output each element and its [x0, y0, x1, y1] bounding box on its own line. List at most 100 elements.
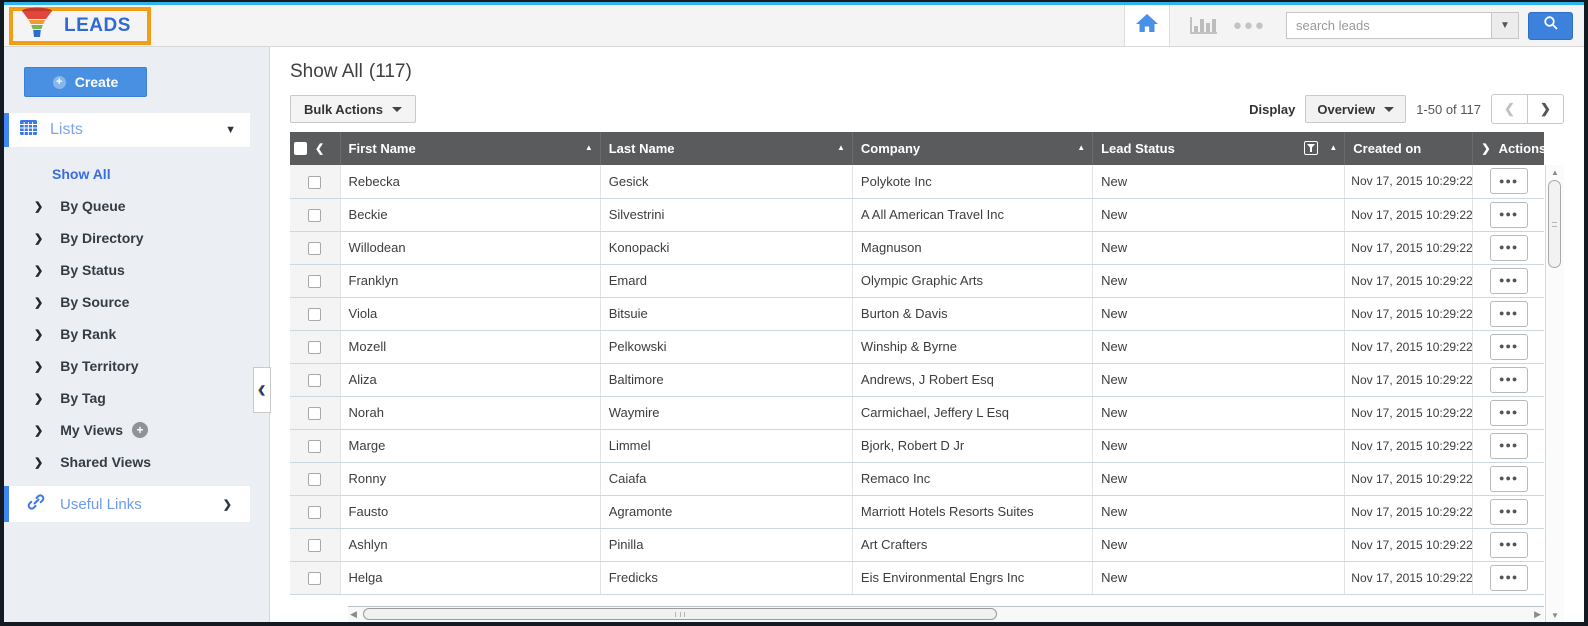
- sidebar-item-useful-links[interactable]: Useful Links ❯: [4, 486, 250, 522]
- vertical-scroll-thumb[interactable]: [1548, 180, 1561, 268]
- more-options-button[interactable]: ●●●: [1233, 17, 1266, 34]
- horizontal-scrollbar[interactable]: ◀ ▶: [348, 606, 1544, 622]
- sidebar-item[interactable]: ❯ By Status: [4, 254, 269, 286]
- search-input[interactable]: [1287, 13, 1491, 38]
- chevron-right-icon: ❯: [1540, 101, 1551, 117]
- row-checkbox[interactable]: [308, 572, 321, 585]
- cell-company: Remaco Inc: [852, 462, 1092, 495]
- pagination-range: 1-50 of 117: [1416, 102, 1481, 117]
- row-checkbox[interactable]: [308, 275, 321, 288]
- row-actions-button[interactable]: ●●●: [1490, 235, 1528, 261]
- row-checkbox[interactable]: [308, 341, 321, 354]
- sidebar-item[interactable]: ❯ By Tag: [4, 382, 269, 414]
- chevron-left-icon[interactable]: ❮: [315, 142, 324, 155]
- cell-last-name: Baltimore: [600, 363, 852, 396]
- row-actions-button[interactable]: ●●●: [1490, 400, 1528, 426]
- cell-actions: ●●●: [1473, 165, 1544, 198]
- sidebar-collapse-handle[interactable]: ❮: [253, 367, 271, 413]
- ellipsis-icon: ●●●: [1499, 539, 1518, 549]
- bulk-actions-button[interactable]: Bulk Actions: [290, 95, 416, 123]
- cell-actions: ●●●: [1473, 264, 1544, 297]
- row-actions-button[interactable]: ●●●: [1490, 334, 1528, 360]
- display-mode-dropdown[interactable]: Overview: [1305, 95, 1406, 123]
- reports-button[interactable]: [1190, 17, 1217, 34]
- table-row: Norah Waymire Carmichael, Jeffery L Esq …: [290, 396, 1544, 429]
- row-actions-button[interactable]: ●●●: [1490, 168, 1528, 194]
- chevron-right-icon: ❯: [34, 392, 43, 405]
- previous-page-button[interactable]: ❮: [1491, 94, 1528, 124]
- vertical-scrollbar[interactable]: ▲ ▼: [1545, 165, 1564, 622]
- cell-first-name: Ashlyn: [340, 528, 600, 561]
- ellipsis-icon: ●●●: [1499, 341, 1518, 351]
- scroll-left-arrow-icon[interactable]: ◀: [350, 609, 357, 620]
- sidebar-item[interactable]: ❯ Shared Views: [4, 446, 269, 478]
- row-checkbox[interactable]: [308, 308, 321, 321]
- sidebar-item-lists[interactable]: Lists ▼: [4, 113, 250, 147]
- row-actions-button[interactable]: ●●●: [1490, 367, 1528, 393]
- sidebar-item[interactable]: ❯ By Directory: [4, 222, 269, 254]
- row-checkbox[interactable]: [308, 374, 321, 387]
- row-actions-button[interactable]: ●●●: [1490, 301, 1528, 327]
- row-actions-button[interactable]: ●●●: [1490, 565, 1528, 591]
- row-actions-button[interactable]: ●●●: [1490, 268, 1528, 294]
- row-checkbox[interactable]: [308, 176, 321, 189]
- cell-first-name: Mozell: [340, 330, 600, 363]
- row-checkbox[interactable]: [308, 506, 321, 519]
- cell-last-name: Gesick: [600, 165, 852, 198]
- scroll-up-arrow-icon[interactable]: ▲: [1546, 168, 1564, 177]
- sidebar-item-label: My Views: [60, 422, 123, 438]
- select-all-checkbox[interactable]: [294, 142, 307, 155]
- cell-created-on: Nov 17, 2015 10:29:22: [1345, 231, 1473, 264]
- column-header-lead-status[interactable]: Lead Status ▲: [1093, 132, 1345, 165]
- column-header-company[interactable]: Company▲: [852, 132, 1092, 165]
- row-checkbox[interactable]: [308, 242, 321, 255]
- row-actions-button[interactable]: ●●●: [1490, 433, 1528, 459]
- pager: ❮ ❯: [1491, 94, 1564, 124]
- row-actions-button[interactable]: ●●●: [1490, 466, 1528, 492]
- cell-last-name: Limmel: [600, 429, 852, 462]
- sidebar-item[interactable]: ❯ By Territory: [4, 350, 269, 382]
- row-checkbox-cell: [290, 396, 340, 429]
- row-actions-button[interactable]: ●●●: [1490, 532, 1528, 558]
- row-checkbox[interactable]: [308, 539, 321, 552]
- cell-first-name: Ronny: [340, 462, 600, 495]
- horizontal-scroll-thumb[interactable]: [363, 608, 997, 620]
- row-actions-button[interactable]: ●●●: [1490, 202, 1528, 228]
- view-title-text: Show All: [290, 61, 363, 82]
- search-button[interactable]: [1528, 12, 1573, 40]
- next-page-button[interactable]: ❯: [1527, 94, 1564, 124]
- sort-asc-icon: ▲: [1329, 143, 1337, 152]
- row-checkbox[interactable]: [308, 407, 321, 420]
- chevron-right-icon: ❯: [34, 328, 43, 341]
- cell-actions: ●●●: [1473, 561, 1544, 594]
- filter-icon[interactable]: [1304, 141, 1318, 155]
- add-view-icon[interactable]: +: [132, 422, 148, 438]
- chevron-right-icon: ❯: [34, 360, 43, 373]
- row-checkbox[interactable]: [308, 440, 321, 453]
- leads-module-highlight[interactable]: LEADS: [9, 7, 151, 45]
- scroll-down-arrow-icon[interactable]: ▼: [1546, 611, 1564, 620]
- column-header-last-name[interactable]: Last Name▲: [600, 132, 852, 165]
- scroll-right-arrow-icon[interactable]: ▶: [1534, 609, 1541, 620]
- cell-first-name: Franklyn: [340, 264, 600, 297]
- row-actions-button[interactable]: ●●●: [1490, 499, 1528, 525]
- sidebar-item[interactable]: ❯ By Rank: [4, 318, 269, 350]
- sidebar-item-label: By Rank: [60, 326, 116, 342]
- create-button[interactable]: + Create: [24, 67, 147, 97]
- home-button[interactable]: [1124, 5, 1170, 46]
- sidebar-item[interactable]: ❯ My Views +: [4, 414, 269, 446]
- table-row: Willodean Konopacki Magnuson New Nov 17,…: [290, 231, 1544, 264]
- column-header-created-on[interactable]: Created on: [1345, 132, 1473, 165]
- row-checkbox-cell: [290, 561, 340, 594]
- row-checkbox[interactable]: [308, 209, 321, 222]
- search-scope-dropdown[interactable]: ▼: [1491, 13, 1518, 38]
- sidebar-item[interactable]: ❯ By Source: [4, 286, 269, 318]
- row-checkbox[interactable]: [308, 473, 321, 486]
- leads-table-body: Rebecka Gesick Polykote Inc New Nov 17, …: [290, 165, 1544, 594]
- ellipsis-icon: ●●●: [1499, 209, 1518, 219]
- column-header-first-name[interactable]: First Name▲: [340, 132, 600, 165]
- sidebar-item-show-all[interactable]: Show All: [52, 166, 269, 182]
- row-checkbox-cell: [290, 264, 340, 297]
- sidebar-item[interactable]: ❯ By Queue: [4, 190, 269, 222]
- chevron-right-icon[interactable]: ❯: [1481, 142, 1490, 155]
